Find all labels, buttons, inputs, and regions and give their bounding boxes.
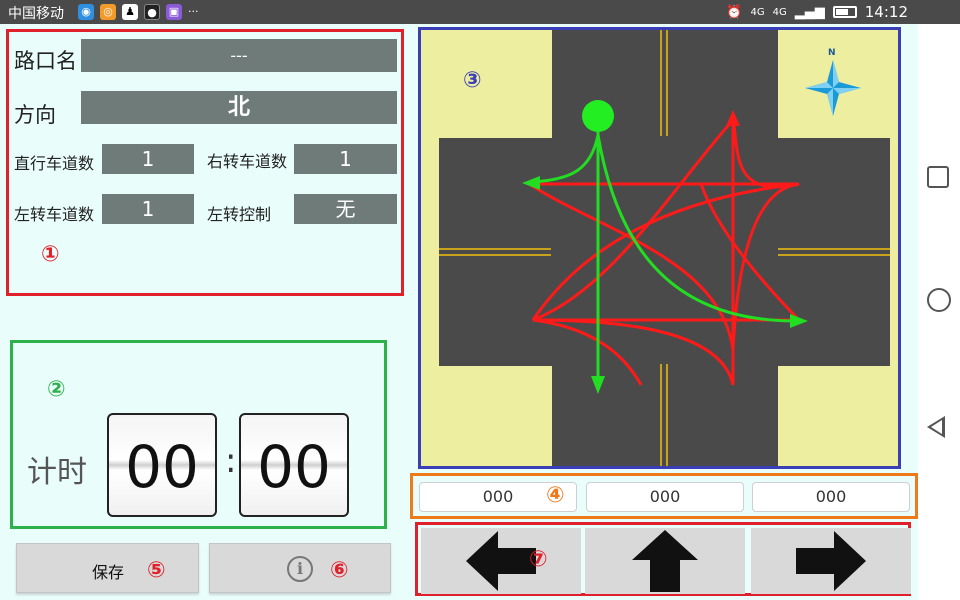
left-lanes-field[interactable]: 1 — [102, 194, 194, 224]
intersection-info-panel: 路口名 --- 方向 北 直行车道数 1 右转车道数 1 左转车道数 1 左转控… — [6, 29, 404, 296]
left-lanes-label: 左转车道数 — [14, 205, 95, 224]
up-arrow-button[interactable] — [585, 528, 745, 594]
signal-icon: ▂▄▆ — [794, 4, 825, 20]
vehicle-origin-marker — [582, 100, 614, 132]
save-button-label: 保存 — [92, 563, 125, 582]
info-button[interactable]: i ⑥ — [209, 543, 391, 593]
right-arrow-icon — [796, 531, 866, 591]
right-lanes-label: 右转车道数 — [207, 152, 288, 171]
intersection-map: N — [421, 30, 898, 466]
right-lanes-field[interactable]: 1 — [294, 144, 397, 174]
intersection-name-label: 路口名 — [14, 49, 77, 73]
left-arrow-icon — [466, 531, 536, 591]
timer-panel: ② 计时 00 : 00 — [10, 340, 387, 529]
camera-app-icon: ● — [144, 4, 160, 20]
status-right: ⏰ 4G 4G ▂▄▆ 14:12 — [726, 3, 908, 21]
battery-icon — [832, 6, 857, 18]
timer-minutes: 00 — [107, 413, 217, 517]
intersection-diagram-panel: N ③ — [418, 27, 901, 469]
timer-label: 计时 — [27, 455, 87, 490]
timer-seconds: 00 — [239, 413, 349, 517]
left-turn-control-label: 左转控制 — [207, 205, 272, 224]
marker-6: ⑥ — [330, 558, 349, 583]
counter-value-2: 000 — [586, 482, 744, 512]
intersection-name-field[interactable]: --- — [81, 39, 397, 72]
info-icon: i — [287, 556, 313, 582]
browser-icon: ◉ — [78, 4, 94, 20]
recent-apps-button[interactable] — [927, 166, 949, 188]
clock: 14:12 — [864, 3, 908, 21]
marker-5: ⑤ — [147, 558, 166, 583]
right-arrow-button[interactable] — [751, 528, 911, 594]
up-arrow-icon — [632, 530, 698, 592]
compass-north-letter: N — [828, 48, 836, 58]
left-arrow-button[interactable] — [421, 528, 581, 594]
left-turn-control-field[interactable]: 无 — [294, 194, 397, 224]
save-button[interactable]: 保存 ⑤ — [16, 543, 199, 593]
marker-2: ② — [47, 377, 66, 402]
counter-value-3: 000 — [752, 482, 910, 512]
straight-lanes-field[interactable]: 1 — [102, 144, 194, 174]
gallery-icon: ▣ — [166, 4, 182, 20]
marker-4: ④ — [546, 483, 565, 508]
back-button[interactable] — [927, 416, 945, 438]
counter-panel: 000 000 000 ④ — [410, 473, 918, 519]
home-button[interactable] — [927, 288, 951, 312]
marker-1: ① — [41, 242, 60, 267]
alarm-icon: ⏰ — [726, 4, 743, 20]
marker-3: ③ — [463, 68, 482, 93]
status-bar: 中国移动 ◉ ◎ ♟ ● ▣ ··· ⏰ 4G 4G ▂▄▆ 14:12 — [0, 0, 960, 24]
marker-7: ⑦ — [529, 547, 548, 572]
more-notifications: ··· — [188, 5, 199, 18]
notification-icons: ◉ ◎ ♟ ● ▣ ··· — [78, 4, 199, 20]
direction-label: 方向 — [14, 103, 56, 127]
weibo-icon: ◎ — [100, 4, 116, 20]
direction-field[interactable]: 北 — [81, 91, 397, 124]
direction-buttons-panel: ⑦ — [415, 522, 911, 596]
timer-colon: : — [225, 441, 237, 481]
qq-icon: ♟ — [122, 4, 138, 20]
straight-lanes-label: 直行车道数 — [14, 154, 95, 173]
network-4g-1: 4G — [750, 6, 765, 18]
system-nav-bar — [918, 24, 960, 600]
carrier-name: 中国移动 — [8, 6, 64, 22]
network-4g-2: 4G — [772, 6, 787, 18]
